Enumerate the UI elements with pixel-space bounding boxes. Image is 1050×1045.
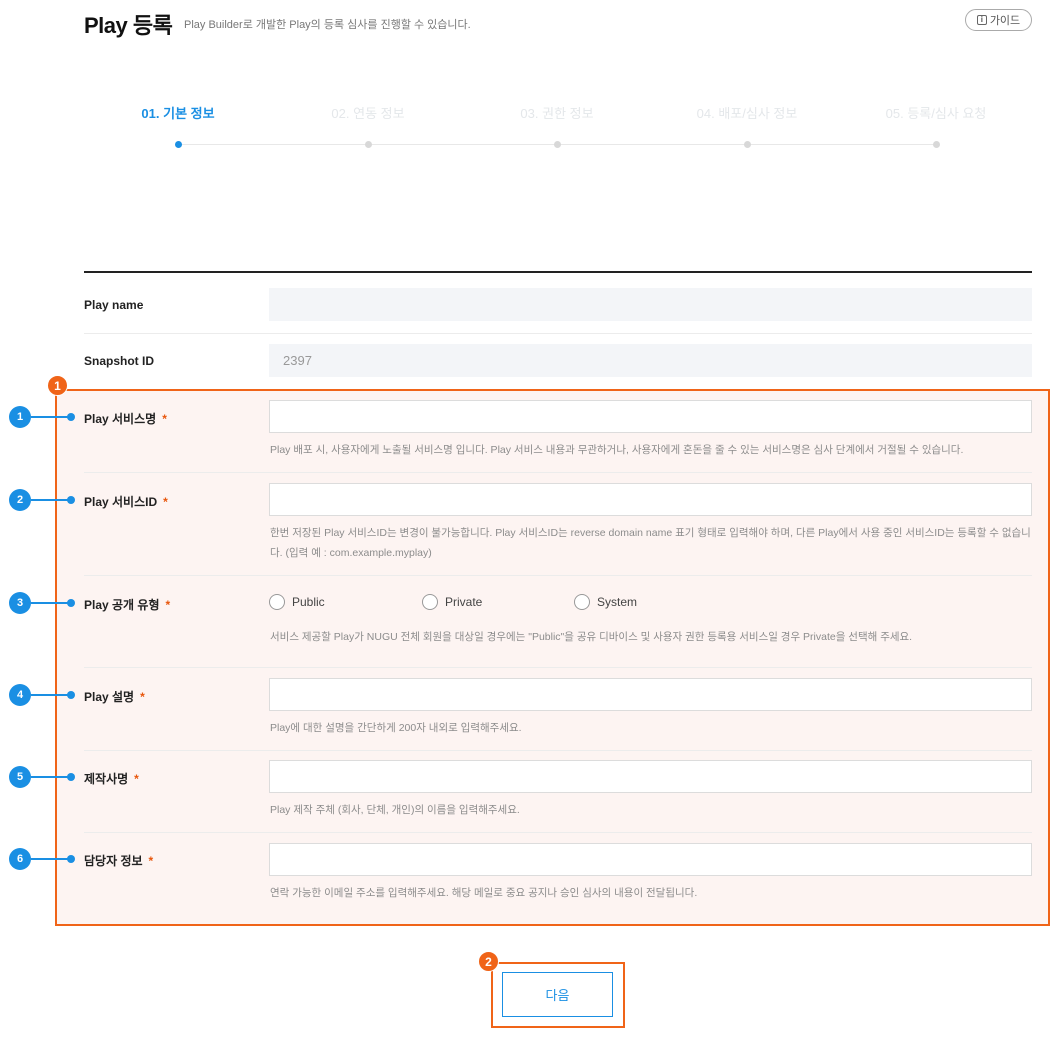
visibility-label-text: Play 공개 유형: [84, 598, 160, 612]
radio-circle-icon: [574, 594, 590, 610]
required-mark: *: [140, 690, 145, 704]
badge-connector-dot: [67, 496, 75, 504]
producer-input[interactable]: [269, 760, 1032, 793]
required-mark: *: [162, 412, 167, 426]
guide-button-label: 가이드: [989, 15, 1021, 27]
badge-connector-dot: [67, 691, 75, 699]
description-input[interactable]: [269, 678, 1032, 711]
field-badge-4: 4: [9, 684, 31, 706]
step-integration-info[interactable]: 02. 연동 정보: [288, 103, 448, 122]
badge-connector: [31, 694, 71, 696]
region-badge: 1: [47, 375, 68, 396]
badge-connector: [31, 776, 71, 778]
required-mark: *: [163, 495, 168, 509]
row-divider: [84, 472, 1032, 473]
description-help: Play에 대한 설명을 간단하게 200자 내외로 입력해주세요.: [270, 722, 522, 734]
snapshot-id-label: Snapshot ID: [84, 354, 155, 368]
step-dot-3: [554, 141, 561, 148]
producer-label: 제작사명 *: [84, 770, 139, 787]
row-divider: [84, 667, 1032, 668]
required-mark: *: [134, 772, 139, 786]
visibility-label: Play 공개 유형 *: [84, 596, 170, 613]
visibility-help: 서비스 제공할 Play가 NUGU 전체 회원을 대상일 경우에는 "Publ…: [270, 631, 913, 643]
badge-connector: [31, 858, 71, 860]
step-dot-2: [365, 141, 372, 148]
badge-connector: [31, 416, 71, 418]
field-badge-1: 1: [9, 406, 31, 428]
radio-private[interactable]: Private: [422, 594, 482, 610]
field-badge-5: 5: [9, 766, 31, 788]
badge-connector: [31, 602, 71, 604]
contact-help: 연락 가능한 이메일 주소를 입력해주세요. 해당 메일로 중요 공지나 승인 …: [270, 887, 698, 899]
required-mark: *: [165, 598, 171, 612]
row-divider: [84, 575, 1032, 576]
step-dot-1: [175, 141, 182, 148]
contact-label: 담당자 정보 *: [84, 852, 153, 869]
service-id-label: Play 서비스ID *: [84, 493, 168, 510]
field-badge-2: 2: [9, 489, 31, 511]
radio-public[interactable]: Public: [269, 594, 325, 610]
form-top-rule: [84, 271, 1032, 273]
button-badge: 2: [478, 951, 499, 972]
service-id-input[interactable]: [269, 483, 1032, 516]
badge-connector: [31, 499, 71, 501]
description-label: Play 설명 *: [84, 688, 145, 705]
row-divider: [84, 333, 1032, 334]
step-dot-4: [744, 141, 751, 148]
badge-connector-dot: [67, 599, 75, 607]
radio-private-label: Private: [445, 595, 483, 609]
page-title: Play 등록: [84, 13, 173, 38]
step-deploy-review-info[interactable]: 04. 배포/심사 정보: [667, 103, 827, 122]
service-id-label-text: Play 서비스ID: [84, 495, 158, 509]
play-name-field: [269, 288, 1032, 321]
contact-label-text: 담당자 정보: [84, 854, 143, 868]
next-button[interactable]: 다음: [502, 972, 613, 1017]
badge-connector-dot: [67, 855, 75, 863]
row-divider: [84, 832, 1032, 833]
snapshot-id-field: 2397: [269, 344, 1032, 377]
required-mark: *: [148, 854, 154, 868]
row-divider: [84, 750, 1032, 751]
radio-system-label: System: [597, 595, 638, 609]
service-name-label-text: Play 서비스명: [84, 412, 157, 426]
service-name-help: Play 배포 시, 사용자에게 노출될 서비스명 입니다. Play 서비스 …: [270, 444, 964, 456]
field-badge-6: 6: [9, 848, 31, 870]
play-name-label: Play name: [84, 298, 144, 312]
description-label-text: Play 설명: [84, 690, 135, 704]
info-icon: i: [976, 15, 987, 25]
service-name-label: Play 서비스명 *: [84, 410, 167, 427]
service-name-input[interactable]: [269, 400, 1032, 433]
contact-input[interactable]: [269, 843, 1032, 876]
radio-system[interactable]: System: [574, 594, 637, 610]
producer-help: Play 제작 주체 (회사, 단체, 개인)의 이름을 입력해주세요.: [270, 804, 520, 816]
radio-public-label: Public: [292, 595, 325, 609]
field-badge-3: 3: [9, 592, 31, 614]
guide-button[interactable]: i 가이드: [965, 9, 1032, 31]
page-subtitle: Play Builder로 개발한 Play의 등록 심사를 진행할 수 있습니…: [184, 19, 471, 31]
producer-label-text: 제작사명: [84, 772, 129, 786]
radio-circle-icon: [269, 594, 285, 610]
step-dot-5: [933, 141, 940, 148]
step-permission-info[interactable]: 03. 권한 정보: [477, 103, 637, 122]
badge-connector-dot: [67, 413, 75, 421]
step-basic-info[interactable]: 01. 기본 정보: [98, 103, 258, 122]
badge-connector-dot: [67, 773, 75, 781]
step-register-request[interactable]: 05. 등록/심사 요청: [856, 103, 1016, 122]
radio-circle-icon: [422, 594, 438, 610]
service-id-help: 한번 저장된 Play 서비스ID는 변경이 불가능합니다. Play 서비스I…: [270, 527, 1031, 559]
